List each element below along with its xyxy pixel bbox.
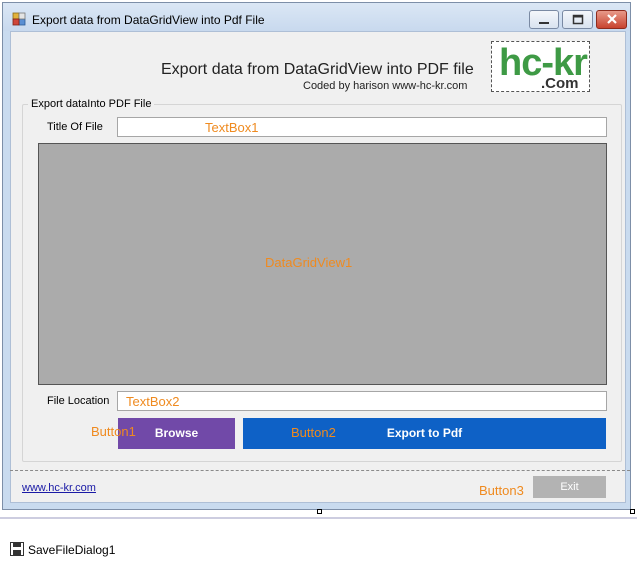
website-link[interactable]: www.hc-kr.com <box>22 482 96 494</box>
file-location-textbox[interactable] <box>117 391 607 411</box>
maximize-icon <box>572 14 583 25</box>
hc-kr-logo[interactable]: hc-kr .Com <box>491 41 590 92</box>
textbox2-designer-name: TextBox2 <box>126 394 180 409</box>
button1-designer-name: Button1 <box>91 424 136 439</box>
button2-designer-name: Button2 <box>291 425 336 440</box>
datagridview1-designer-name: DataGridView1 <box>265 255 353 270</box>
exit-button[interactable]: Exit <box>533 476 606 498</box>
textbox1-designer-name: TextBox1 <box>205 120 259 135</box>
minimize-icon <box>539 22 549 24</box>
footer-divider <box>10 470 630 471</box>
resize-handle-corner[interactable] <box>630 509 635 514</box>
file-location-label: File Location <box>47 395 110 407</box>
header-subtitle: Coded by harison www-hc-kr.com <box>303 80 468 92</box>
groupbox-label: Export dataInto PDF File <box>28 98 155 110</box>
header-title: Export data from DataGridView into PDF f… <box>161 61 474 78</box>
close-icon <box>606 14 617 24</box>
title-textbox[interactable] <box>117 117 607 137</box>
resize-handle-bottom[interactable] <box>317 509 322 514</box>
app-icon <box>12 12 26 26</box>
window-title: Export data from DataGridView into Pdf F… <box>32 13 265 27</box>
title-of-file-label: Title Of File <box>47 121 103 133</box>
minimize-button[interactable] <box>529 10 559 29</box>
button3-designer-name: Button3 <box>479 483 524 498</box>
maximize-button[interactable] <box>562 10 593 29</box>
savefiledialog1-tray-item[interactable]: SaveFileDialog1 <box>28 543 115 557</box>
logo-subtext: .Com <box>541 75 579 92</box>
save-dialog-icon <box>10 542 24 556</box>
close-button[interactable] <box>596 10 627 29</box>
